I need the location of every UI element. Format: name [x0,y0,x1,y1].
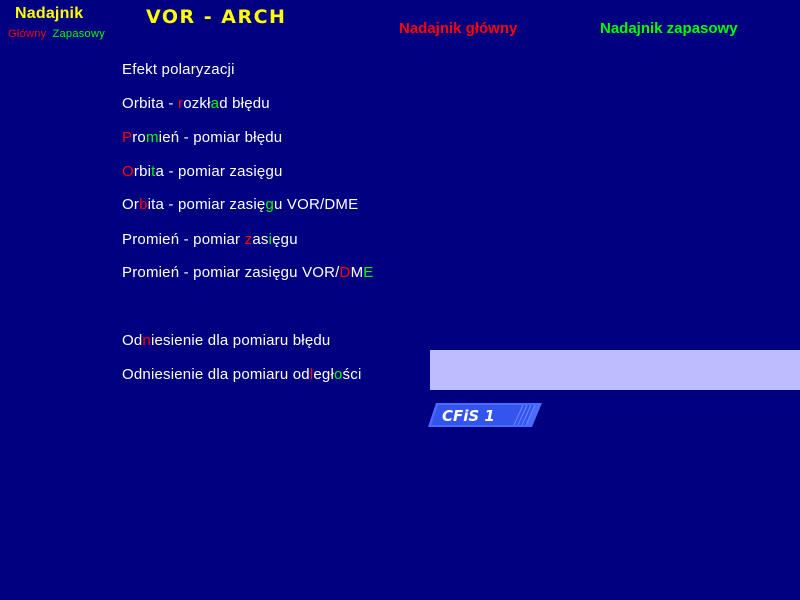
program-title: VOR - ARCH [146,6,287,28]
menu-item-radial-error-measurement[interactable]: Promień - pomiar błędu [122,129,282,146]
menu-item-distance-reference[interactable]: Odniesienie dla pomiaru odległości [122,366,361,383]
menu-item-radial-range-vor-dme[interactable]: Promień - pomiar zasięgu VOR/DME [122,264,374,281]
legend-backup-label: Zapasowy [52,28,106,40]
menu-item-orbit-error-distribution[interactable]: Orbita - rozkład błędu [122,95,270,112]
logo-text: CFiS 1 [442,407,495,425]
menu-item-polarization-effect[interactable]: Efekt polaryzacji [122,61,235,78]
status-bar [430,350,800,390]
backup-transmitter-button[interactable]: Nadajnik zapasowy [600,20,738,37]
main-transmitter-button[interactable]: Nadajnik główny [399,20,517,37]
app-title: Nadajnik [15,5,84,22]
menu-item-orbit-range-vor-dme[interactable]: Orbita - pomiar zasięgu VOR/DME [122,196,358,213]
transmitter-legend: Główny Zapasowy [8,28,105,40]
cfis-logo-icon: CFiS 1 [428,403,542,427]
menu-item-orbit-range-measurement[interactable]: Orbita - pomiar zasięgu [122,163,283,180]
menu-item-radial-range-measurement[interactable]: Promień - pomiar zasięgu [122,231,298,248]
menu-item-error-reference[interactable]: Odniesienie dla pomiaru błędu [122,332,330,349]
legend-main-label: Główny [8,28,47,40]
